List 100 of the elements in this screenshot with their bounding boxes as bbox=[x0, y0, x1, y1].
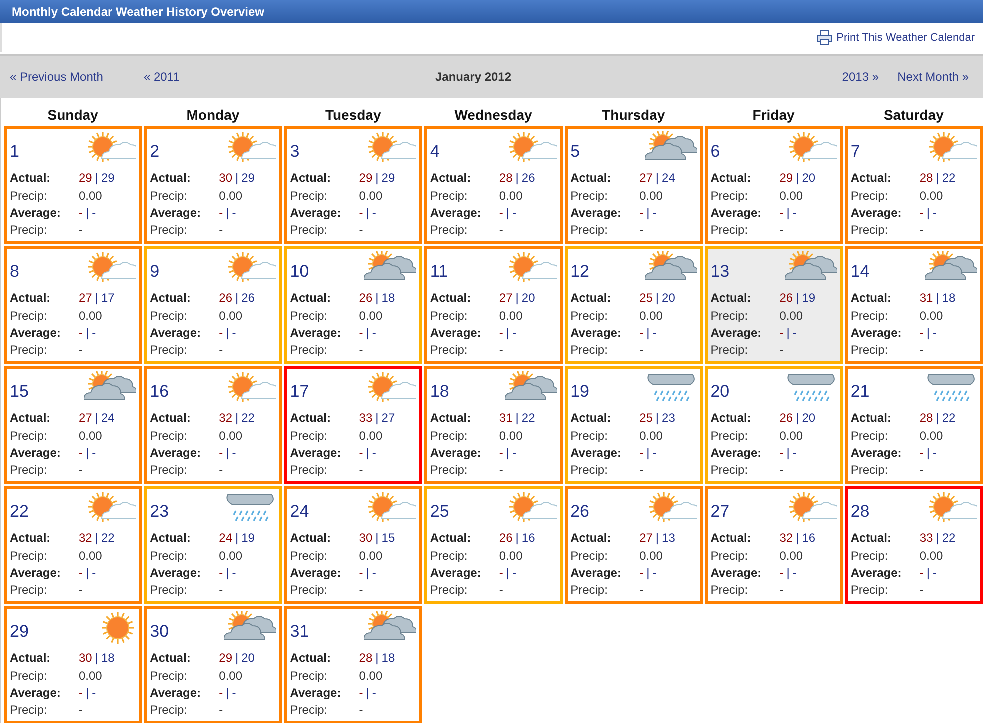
row-label: Precip: bbox=[150, 308, 188, 323]
row-label: Actual: bbox=[850, 411, 893, 426]
day-cell[interactable]: 30 Actual: 29 | 20 Precip: 0.00 Average: - | - Precip: - bbox=[144, 606, 282, 723]
day-cell[interactable]: 11 Actual: 27 | 20 Precip: 0.00 Average: - | - Precip: - bbox=[424, 246, 563, 364]
precip-value: 0.00 bbox=[219, 308, 242, 323]
day-number: 12 bbox=[570, 262, 590, 282]
precip-value: 0.00 bbox=[219, 668, 242, 683]
precip-value: 0.00 bbox=[219, 428, 242, 443]
next-month-link[interactable]: Next Month » bbox=[893, 70, 983, 84]
day-number: 1 bbox=[10, 142, 20, 162]
day-cell[interactable]: 12 Actual: 25 | 20 Precip: 0.00 Average: - | - Precip: - bbox=[564, 246, 703, 364]
print-link[interactable]: Print This Weather Calendar bbox=[816, 30, 975, 46]
day-cell[interactable]: 1 Actual: 29 | 29 Precip: 0.00 Average: - | - Precip: - bbox=[4, 126, 142, 244]
day-cell[interactable]: 5 Actual: 27 | 24 Precip: 0.00 Average: - | - Precip: - bbox=[564, 126, 703, 244]
row-label: Actual: bbox=[570, 291, 612, 306]
precip-value: - bbox=[920, 583, 924, 598]
next-year-link[interactable]: 2013 » bbox=[803, 70, 893, 84]
temperature-value: 30 | 15 bbox=[359, 531, 396, 546]
row-label: Average: bbox=[150, 446, 202, 460]
temperature-value: - | - bbox=[79, 686, 96, 700]
day-cell[interactable]: 3 Actual: 29 | 29 Precip: 0.00 Average: - | - Precip: - bbox=[284, 126, 422, 244]
row-label: Actual: bbox=[150, 531, 192, 546]
temperature-value: 27 | 13 bbox=[640, 531, 676, 546]
day-cell[interactable]: 8 Actual: 27 | 17 Precip: 0.00 Average: - | - Precip: - bbox=[4, 246, 142, 364]
row-label: Average: bbox=[290, 446, 342, 460]
precip-value: - bbox=[359, 463, 364, 478]
day-cell[interactable]: 7 Actual: 28 | 22 Precip: 0.00 Average: - | - Precip: - bbox=[844, 126, 983, 244]
temperature-value: - | - bbox=[920, 326, 937, 340]
day-cell[interactable]: 18 Actual: 31 | 22 Precip: 0.00 Average: - | - Precip: - bbox=[424, 366, 563, 484]
day-cell[interactable]: 22 Actual: 32 | 22 Precip: 0.00 Average: - | - Precip: - bbox=[4, 486, 142, 604]
day-cell[interactable]: 20 Actual: 26 | 20 Precip: 0.00 Average: - | - Precip: - bbox=[704, 366, 843, 484]
row-label: Precip: bbox=[710, 583, 750, 598]
row-label: Precip: bbox=[710, 343, 750, 358]
temperature-value: - | - bbox=[780, 566, 797, 580]
row-label: Actual: bbox=[850, 171, 893, 186]
day-cell[interactable]: 2 Actual: 30 | 29 Precip: 0.00 Average: - | - Precip: - bbox=[144, 126, 282, 244]
precip-value: - bbox=[79, 703, 83, 718]
precip-value: 0.00 bbox=[79, 548, 102, 563]
precip-value: - bbox=[499, 463, 504, 478]
day-cell[interactable]: 19 Actual: 25 | 23 Precip: 0.00 Average: - | - Precip: - bbox=[564, 366, 703, 484]
temperature-value: - | - bbox=[79, 446, 96, 460]
row-label: Actual: bbox=[150, 411, 192, 426]
row-label: Actual: bbox=[290, 291, 332, 306]
day-cell[interactable]: 26 Actual: 27 | 13 Precip: 0.00 Average: - | - Precip: - bbox=[564, 486, 703, 604]
temperature-value: 26 | 26 bbox=[219, 291, 255, 306]
day-cell[interactable]: 24 Actual: 30 | 15 Precip: 0.00 Average: - | - Precip: - bbox=[284, 486, 422, 604]
row-label: Average: bbox=[710, 566, 763, 580]
row-label: Precip: bbox=[150, 668, 188, 683]
row-label: Actual: bbox=[710, 531, 752, 546]
day-cell[interactable]: 14 Actual: 31 | 18 Precip: 0.00 Average: - | - Precip: - bbox=[844, 246, 983, 364]
day-cell[interactable]: 29 Actual: 30 | 18 Precip: 0.00 Average: - | - Precip: - bbox=[4, 606, 142, 723]
temperature-value: - | - bbox=[79, 326, 96, 340]
row-label: Precip: bbox=[850, 583, 890, 598]
temperature-value: - | - bbox=[499, 566, 517, 580]
row-label: Actual: bbox=[290, 171, 332, 186]
row-label: Precip: bbox=[10, 668, 48, 683]
row-label: Actual: bbox=[150, 171, 192, 186]
precip-value: 0.00 bbox=[920, 308, 944, 323]
row-label: Precip: bbox=[290, 428, 329, 443]
row-label: Precip: bbox=[850, 548, 890, 563]
row-label: Average: bbox=[290, 686, 342, 700]
row-label: Precip: bbox=[290, 583, 329, 598]
day-number: 29 bbox=[10, 622, 29, 642]
day-cell[interactable]: 17 Actual: 33 | 27 Precip: 0.00 Average: - | - Precip: - bbox=[284, 366, 422, 484]
row-label: Average: bbox=[850, 206, 903, 220]
row-label: Precip: bbox=[430, 548, 469, 563]
day-number: 23 bbox=[150, 502, 170, 522]
row-label: Precip: bbox=[710, 188, 750, 203]
day-cell[interactable]: 27 Actual: 32 | 16 Precip: 0.00 Average: - | - Precip: - bbox=[704, 486, 843, 604]
precip-value: 0.00 bbox=[499, 548, 523, 563]
row-label: Average: bbox=[710, 206, 763, 220]
day-cell[interactable]: 21 Actual: 28 | 22 Precip: 0.00 Average: - | - Precip: - bbox=[844, 366, 983, 484]
previous-year-link[interactable]: « 2011 bbox=[144, 70, 374, 84]
day-number: 26 bbox=[570, 502, 590, 522]
row-label: Average: bbox=[10, 206, 62, 220]
day-cell[interactable]: 6 Actual: 29 | 20 Precip: 0.00 Average: - | - Precip: - bbox=[704, 126, 843, 244]
day-number: 19 bbox=[570, 382, 590, 402]
day-cell[interactable]: 10 Actual: 26 | 18 Precip: 0.00 Average: - | - Precip: - bbox=[284, 246, 422, 364]
previous-month-link[interactable]: « Previous Month bbox=[10, 70, 144, 84]
row-label: Average: bbox=[290, 566, 342, 580]
precip-value: - bbox=[79, 343, 83, 358]
temperature-value: 29 | 20 bbox=[219, 651, 255, 666]
day-cell[interactable]: 16 Actual: 32 | 22 Precip: 0.00 Average: - | - Precip: - bbox=[144, 366, 282, 484]
day-cell[interactable]: 28 Actual: 33 | 22 Precip: 0.00 Average: - | - Precip: - bbox=[844, 486, 983, 604]
day-cell[interactable]: 31 Actual: 28 | 18 Precip: 0.00 Average: - | - Precip: - bbox=[284, 606, 422, 723]
day-cell[interactable]: 9 Actual: 26 | 26 Precip: 0.00 Average: - | - Precip: - bbox=[144, 246, 282, 364]
row-label: Precip: bbox=[570, 308, 609, 323]
row-label: Precip: bbox=[430, 223, 469, 238]
row-label: Precip: bbox=[710, 548, 750, 563]
temperature-value: - | - bbox=[219, 566, 236, 580]
day-cell[interactable]: 25 Actual: 26 | 16 Precip: 0.00 Average: - | - Precip: - bbox=[424, 486, 563, 604]
day-cell[interactable]: 13 Actual: 26 | 19 Precip: 0.00 Average: - | - Precip: - bbox=[704, 246, 843, 364]
precip-value: 0.00 bbox=[640, 308, 663, 323]
row-label: Average: bbox=[10, 566, 62, 580]
day-cell[interactable]: 23 Actual: 24 | 19 Precip: 0.00 Average: - | - Precip: - bbox=[144, 486, 282, 604]
day-cell[interactable]: 4 Actual: 28 | 26 Precip: 0.00 Average: - | - Precip: - bbox=[424, 126, 563, 244]
precip-value: 0.00 bbox=[640, 548, 663, 563]
row-label: Average: bbox=[430, 566, 482, 580]
day-cell[interactable]: 15 Actual: 27 | 24 Precip: 0.00 Average: - | - Precip: - bbox=[4, 366, 142, 484]
row-label: Precip: bbox=[290, 463, 329, 478]
